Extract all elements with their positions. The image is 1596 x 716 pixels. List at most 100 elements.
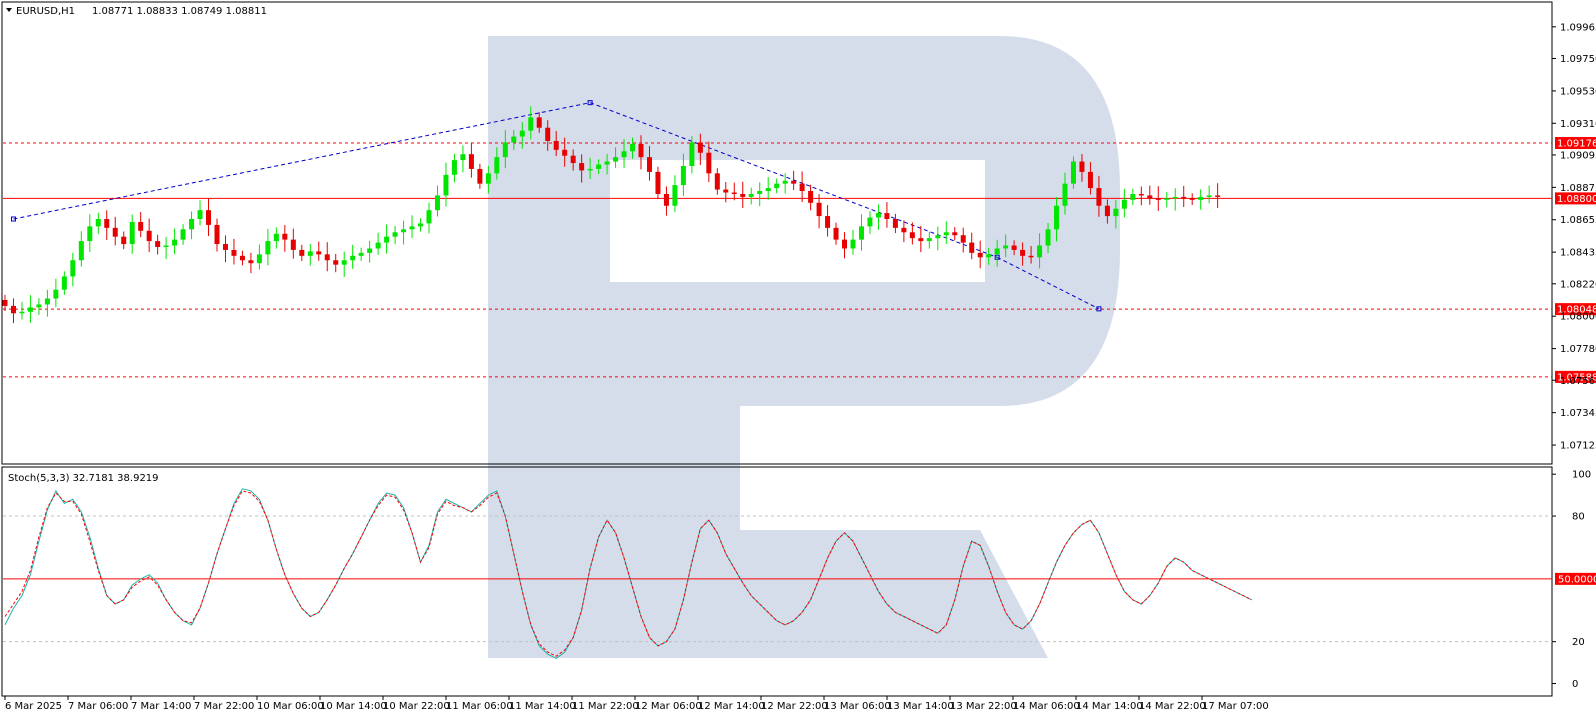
candle-body [197, 210, 203, 220]
candle-body [1020, 249, 1026, 256]
candle-body [519, 130, 525, 137]
candle-body [587, 168, 593, 171]
candle-body [1104, 205, 1110, 217]
price-tick-label: 1.07565 [1560, 376, 1596, 387]
candle-body [451, 160, 457, 175]
candle-body [222, 244, 228, 250]
time-tick-label: 10 Mar 22:00 [383, 701, 450, 712]
candle-body [333, 260, 339, 265]
candle-body [146, 230, 152, 242]
candle-body [53, 289, 59, 299]
candle-body [808, 191, 814, 203]
candle-body [1037, 245, 1043, 258]
candle-body [231, 249, 237, 256]
time-tick-label: 12 Mar 22:00 [761, 701, 828, 712]
candle-body [1113, 208, 1119, 217]
candle-body [680, 165, 686, 186]
candle-body [842, 239, 848, 249]
candle-body [816, 202, 822, 217]
candle-body [977, 252, 983, 258]
candle-body [850, 239, 856, 249]
candle-body [61, 276, 67, 290]
candle-body [986, 254, 992, 258]
candle-body [1070, 161, 1076, 184]
candle-body [545, 127, 551, 141]
candle-body [765, 188, 771, 192]
candle-body [672, 185, 678, 206]
candle-body [943, 232, 949, 236]
candle-body [1155, 198, 1161, 200]
stoch-tick-label: 20 [1572, 637, 1585, 648]
candle-body [443, 174, 449, 196]
candle-body [27, 307, 33, 312]
candle-body [884, 213, 890, 220]
candle-body [825, 216, 831, 228]
candle-body [239, 255, 245, 261]
candle-body [1147, 195, 1153, 199]
candle-body [418, 223, 424, 227]
candle-body [926, 238, 932, 242]
time-tick-label: 12 Mar 06:00 [635, 701, 702, 712]
price-tick-label: 1.09965 [1560, 22, 1596, 33]
candle-body [960, 235, 966, 243]
time-tick-label: 11 Mar 22:00 [572, 701, 639, 712]
candle-body [1054, 205, 1060, 230]
candle-body [290, 239, 296, 250]
candle-body [1138, 193, 1144, 196]
candle-body [553, 140, 559, 150]
candle-body [299, 249, 305, 256]
candle-body [1198, 196, 1204, 200]
candle-body [460, 154, 466, 161]
candle-body [646, 157, 652, 172]
candle-body [375, 242, 381, 249]
candle-body [316, 251, 322, 255]
candle-body [511, 136, 517, 143]
candle-body [477, 168, 483, 184]
price-tick-label: 1.08000 [1560, 312, 1596, 323]
symbol-label: EURUSD,H1 [16, 6, 75, 17]
candle-body [1062, 183, 1068, 206]
time-tick-label: 14 Mar 06:00 [1013, 701, 1080, 712]
candle-body [256, 254, 262, 264]
candle-body [1087, 171, 1093, 189]
price-tick-label: 1.07125 [1560, 441, 1596, 452]
candle-body [104, 219, 110, 228]
candle-body [757, 191, 763, 194]
candle-body [901, 227, 907, 233]
candle-body [129, 221, 135, 245]
candle-body [935, 235, 941, 239]
stoch-header: Stoch(5,3,3) 32.7181 38.9219 [8, 473, 159, 484]
candle-body [799, 183, 805, 192]
candle-body [731, 192, 737, 194]
candle-body [1045, 229, 1051, 246]
candle-body [1028, 255, 1034, 258]
candle-body [1096, 188, 1102, 206]
stoch-tick-label: 100 [1572, 470, 1591, 481]
candle-body [740, 193, 746, 197]
candle-body [1172, 196, 1178, 199]
candle-body [367, 248, 373, 253]
candle-body [172, 239, 178, 246]
chart-window[interactable]: 1.091761.088001.080481.07588 1.099651.09… [0, 0, 1596, 716]
candle-body [95, 219, 101, 227]
candle-body [1215, 195, 1221, 197]
dropdown-triangle-icon[interactable] [6, 8, 12, 12]
candle-body [579, 163, 585, 171]
time-tick-label: 13 Mar 14:00 [887, 701, 954, 712]
price-level-label: 1.09176 [1557, 139, 1596, 150]
price-tick-label: 1.07780 [1560, 344, 1596, 355]
candle-body [630, 143, 636, 152]
price-tick-label: 1.09095 [1560, 150, 1596, 161]
candle-body [70, 260, 76, 277]
candle-body [613, 157, 619, 162]
time-tick-label: 13 Mar 22:00 [950, 701, 1017, 712]
candle-body [1164, 198, 1170, 200]
candle-body [748, 193, 754, 197]
candle-body [1181, 196, 1187, 199]
candle-body [273, 233, 279, 242]
time-tick-label: 7 Mar 06:00 [68, 701, 128, 712]
price-tick-label: 1.09310 [1560, 119, 1596, 130]
time-tick-label: 10 Mar 14:00 [320, 701, 387, 712]
candle-body [426, 210, 432, 224]
candle-body [189, 219, 195, 230]
